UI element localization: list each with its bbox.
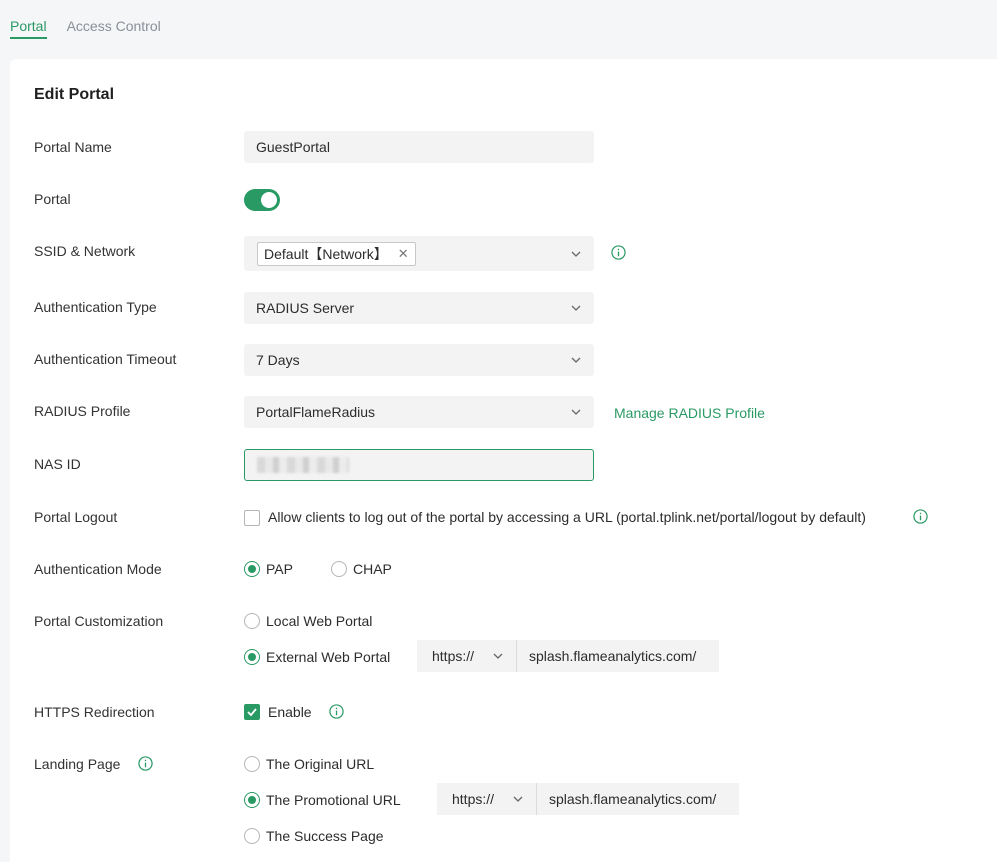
radio-external-web-portal-label: External Web Portal <box>266 649 391 665</box>
external-portal-protocol-select[interactable]: https:// <box>417 640 517 672</box>
radius-profile-value: PortalFlameRadius <box>256 404 376 420</box>
auth-timeout-select[interactable]: 7 Days <box>244 344 594 376</box>
page-title: Edit Portal <box>34 86 115 103</box>
portal-name-label: Portal Name <box>34 139 112 155</box>
url-value: splash.flameanalytics.com/ <box>549 791 717 807</box>
check-icon <box>247 708 257 717</box>
external-portal-url-group: https:// splash.flameanalytics.com/ <box>417 640 719 672</box>
portal-logout-label: Portal Logout <box>34 509 118 525</box>
https-redirection-checkbox[interactable] <box>244 704 260 720</box>
radio-pap-label: PAP <box>266 561 293 577</box>
external-portal-url-input[interactable]: splash.flameanalytics.com/ <box>517 640 719 672</box>
radio-promotional-url[interactable] <box>244 792 260 808</box>
toggle-knob <box>261 192 277 208</box>
chevron-down-icon <box>571 251 581 257</box>
radio-success-page-label: The Success Page <box>266 828 384 844</box>
https-redirection-enable-label: Enable <box>268 704 312 720</box>
radio-original-url-label: The Original URL <box>266 756 375 772</box>
radio-local-web-portal[interactable] <box>244 613 260 629</box>
radio-pap[interactable] <box>244 561 260 577</box>
protocol-value: https:// <box>452 791 495 807</box>
info-icon[interactable] <box>138 756 153 771</box>
auth-type-label: Authentication Type <box>34 299 157 315</box>
chevron-down-icon <box>571 357 581 363</box>
radio-chap[interactable] <box>331 561 347 577</box>
portal-name-value: GuestPortal <box>256 139 330 155</box>
protocol-value: https:// <box>432 648 475 664</box>
edit-portal-panel: Edit Portal Portal Name GuestPortal Port… <box>10 59 997 862</box>
portal-name-input[interactable]: GuestPortal <box>244 131 594 163</box>
nas-id-input[interactable] <box>244 449 594 481</box>
tab-bar: Portal Access Control <box>10 18 161 39</box>
radius-profile-select[interactable]: PortalFlameRadius <box>244 396 594 428</box>
tag-remove-icon[interactable]: ✕ <box>398 246 409 262</box>
portal-toggle[interactable] <box>244 189 280 211</box>
url-value: splash.flameanalytics.com/ <box>529 648 697 664</box>
info-icon[interactable] <box>611 245 626 260</box>
portal-toggle-label: Portal <box>34 191 71 207</box>
info-icon[interactable] <box>329 704 344 719</box>
tab-access-control[interactable]: Access Control <box>67 18 161 39</box>
ssid-tag: Default【Network】 ✕ <box>257 241 416 266</box>
radius-profile-label: RADIUS Profile <box>34 403 131 419</box>
landing-page-label: Landing Page <box>34 756 121 772</box>
radio-success-page[interactable] <box>244 828 260 844</box>
chevron-down-icon <box>513 796 523 802</box>
https-redirection-label: HTTPS Redirection <box>34 704 155 720</box>
radio-promotional-url-label: The Promotional URL <box>266 792 401 808</box>
radio-original-url[interactable] <box>244 756 260 772</box>
radio-chap-label: CHAP <box>353 561 392 577</box>
auth-timeout-label: Authentication Timeout <box>34 351 177 367</box>
manage-radius-profile-link[interactable]: Manage RADIUS Profile <box>614 405 765 421</box>
redacted-value <box>257 457 349 473</box>
tab-portal[interactable]: Portal <box>10 18 47 39</box>
chevron-down-icon <box>571 305 581 311</box>
auth-mode-label: Authentication Mode <box>34 561 162 577</box>
portal-logout-checkbox[interactable] <box>244 510 260 526</box>
auth-timeout-value: 7 Days <box>256 352 300 368</box>
ssid-network-label: SSID & Network <box>34 243 136 259</box>
radio-local-web-portal-label: Local Web Portal <box>266 613 373 629</box>
ssid-tag-label: Default【Network】 <box>264 245 388 262</box>
radio-external-web-portal[interactable] <box>244 649 260 665</box>
nas-id-label: NAS ID <box>34 456 81 472</box>
ssid-network-select[interactable]: Default【Network】 ✕ <box>244 236 594 271</box>
chevron-down-icon <box>493 653 503 659</box>
info-icon[interactable] <box>913 509 928 524</box>
auth-type-value: RADIUS Server <box>256 300 355 316</box>
portal-logout-text: Allow clients to log out of the portal b… <box>268 509 866 525</box>
promotional-url-group: https:// splash.flameanalytics.com/ <box>437 783 739 815</box>
chevron-down-icon <box>571 409 581 415</box>
promotional-protocol-select[interactable]: https:// <box>437 783 537 815</box>
portal-customization-label: Portal Customization <box>34 613 164 629</box>
auth-type-select[interactable]: RADIUS Server <box>244 292 594 324</box>
promotional-url-input[interactable]: splash.flameanalytics.com/ <box>537 783 739 815</box>
